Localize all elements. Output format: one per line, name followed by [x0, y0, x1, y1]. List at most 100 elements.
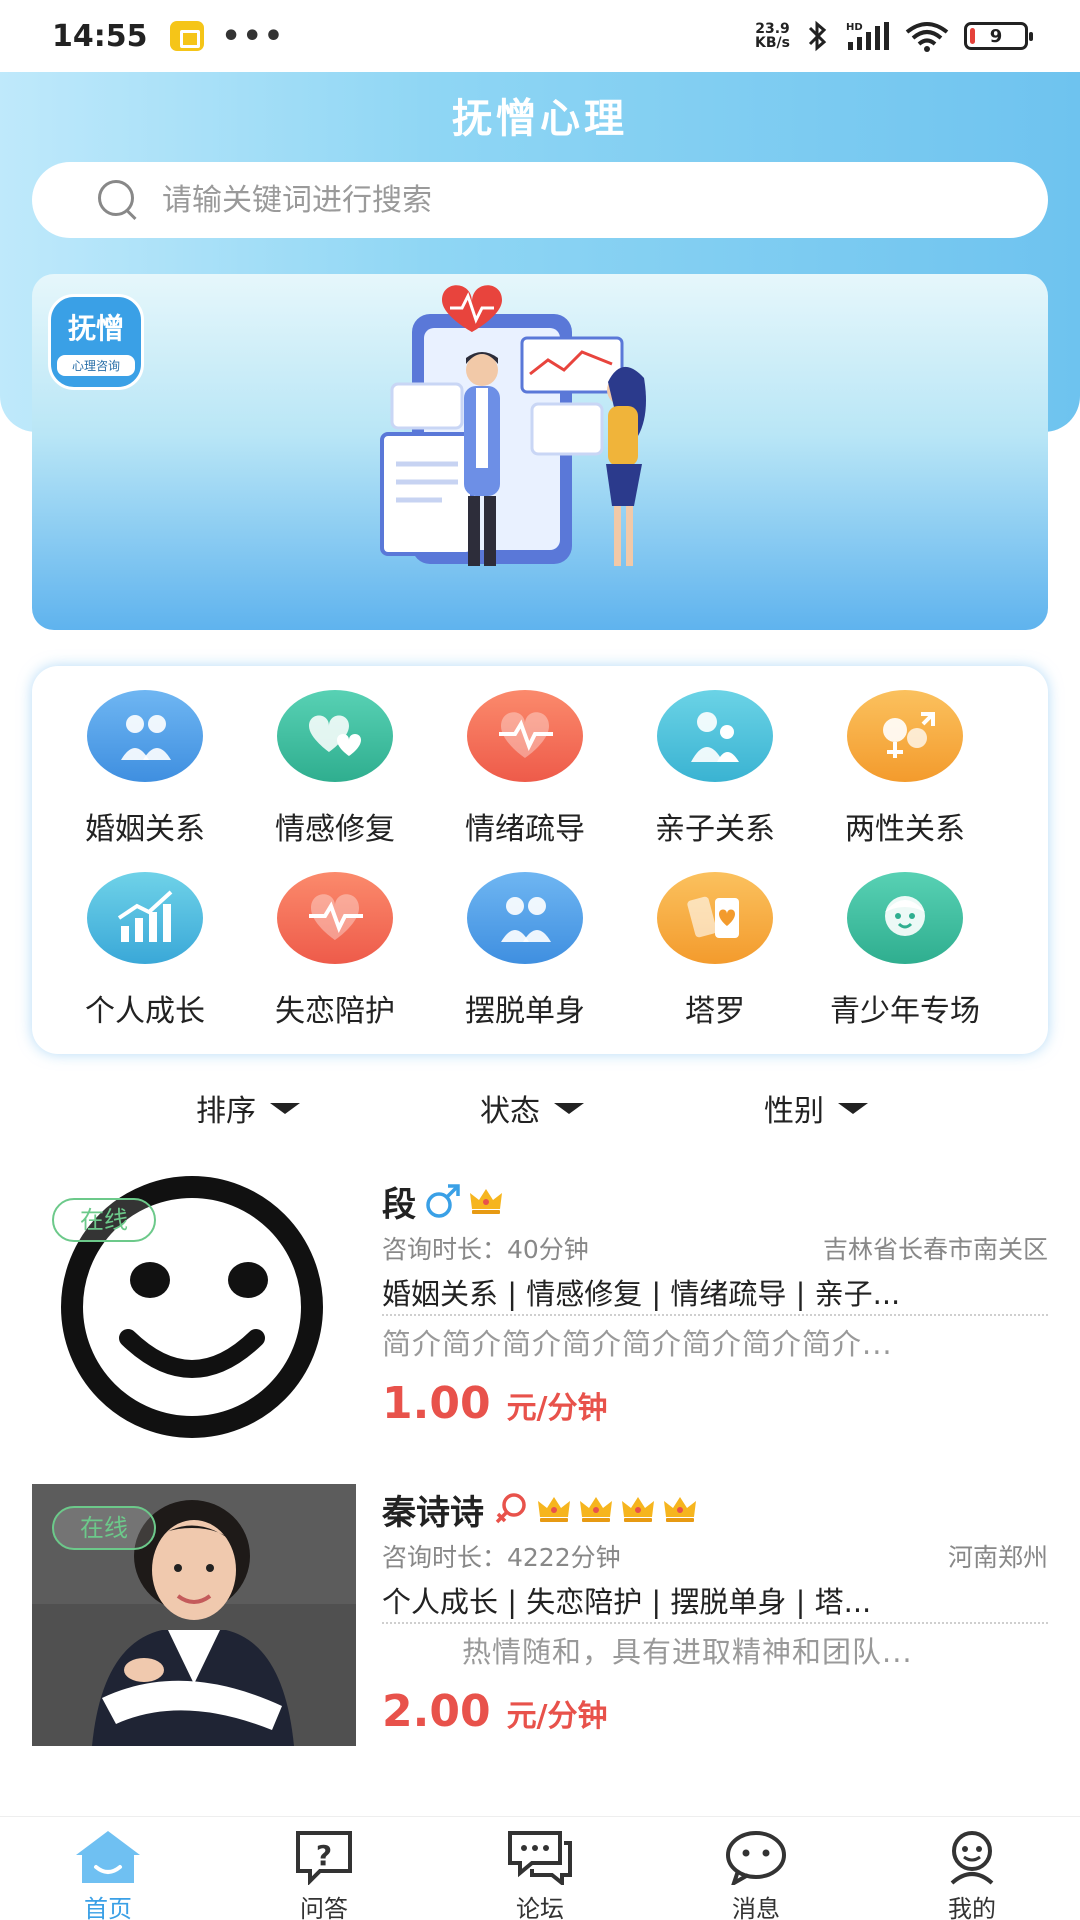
- battery-icon: 9: [964, 22, 1033, 50]
- counselor-avatar: 在线: [32, 1484, 356, 1746]
- counselor-name: 段: [382, 1184, 416, 1225]
- network-speed-value: 23.9: [755, 21, 790, 37]
- nav-qa[interactable]: ? 问答: [216, 1817, 432, 1920]
- category-icon-circle: [657, 690, 773, 782]
- category-label: 个人成长: [85, 994, 205, 1029]
- price-value: 2.00: [382, 1686, 491, 1737]
- nav-forum[interactable]: 论坛: [432, 1817, 648, 1920]
- sort-filter[interactable]: 排序: [196, 1086, 300, 1130]
- network-speed-unit: KB/s: [755, 35, 790, 51]
- consult-duration: 咨询时长：4222分钟: [382, 1543, 621, 1572]
- category-label: 塔罗: [685, 994, 745, 1029]
- rating-crowns: [462, 1185, 504, 1217]
- female-icon: [495, 1493, 526, 1524]
- counselor-location: 河南郑州: [947, 1543, 1048, 1572]
- search-input[interactable]: [162, 182, 942, 218]
- growth-chart-icon: [117, 890, 173, 942]
- forum-icon: [508, 1831, 572, 1885]
- question-icon: ?: [296, 1831, 352, 1885]
- logo-text: 抚憎: [67, 312, 124, 345]
- category-item[interactable]: 青少年专场: [810, 872, 1000, 1030]
- counselor-location: 吉林省长春市南关区: [822, 1235, 1048, 1264]
- category-item[interactable]: 两性关系: [810, 690, 1000, 848]
- meta-row: 咨询时长：40分钟 吉林省长春市南关区: [382, 1230, 1048, 1266]
- nav-home[interactable]: 首页: [0, 1817, 216, 1920]
- status-icons: 23.9 KB/s HD 9: [755, 20, 1033, 52]
- counselor-card[interactable]: 在线 秦诗诗 咨询时长：4222分钟 河南郑州 个人成长 | 失恋陪护 | 摆脱…: [32, 1484, 1048, 1746]
- category-icon-circle: [87, 872, 203, 964]
- counselor-info: 秦诗诗 咨询时长：4222分钟 河南郑州 个人成长 | 失恋陪护 | 摆脱单身 …: [382, 1484, 1048, 1737]
- nav-label: 首页: [84, 1895, 132, 1920]
- category-icon-circle: [657, 872, 773, 964]
- crown-icon: [664, 1497, 696, 1522]
- category-item[interactable]: 情绪疏导: [430, 690, 620, 848]
- price-value: 1.00: [382, 1378, 491, 1429]
- counselor-info: 段 咨询时长：40分钟 吉林省长春市南关区 婚姻关系 | 情感修复 | 情绪疏导…: [382, 1176, 1048, 1429]
- counselor-intro: 热情随和，具有进取精神和团队...: [462, 1635, 913, 1669]
- price-row: 2.00 元/分钟: [382, 1686, 1048, 1737]
- banner[interactable]: 抚憎 心理咨询: [32, 274, 1048, 630]
- gender-filter[interactable]: 性别: [764, 1086, 868, 1130]
- category-label: 情感修复: [275, 812, 395, 847]
- category-icon-circle: [847, 872, 963, 964]
- wifi-icon: [905, 22, 949, 52]
- dropdown-arrow-icon: [838, 1102, 868, 1114]
- online-badge: 在线: [52, 1506, 156, 1550]
- name-row: 秦诗诗: [382, 1484, 1048, 1534]
- search-bar[interactable]: [32, 162, 1048, 238]
- counselor-intro: 简介简介简介简介简介简介简介简介...: [382, 1327, 893, 1361]
- cellular-signal-icon: HD: [846, 22, 889, 50]
- tarot-cards-icon: [687, 896, 739, 938]
- category-icon-circle: [87, 690, 203, 782]
- child-face-icon: [885, 896, 925, 936]
- heartbeat-icon: [309, 894, 363, 940]
- male-icon: [426, 1184, 460, 1218]
- sort-filter-label: 排序: [196, 1094, 256, 1129]
- parent-child-icon: [691, 712, 739, 762]
- counselor-card[interactable]: 在线 段 咨询时长：40分钟 吉林省长春市南关区 婚姻关系 | 情感修复 | 情…: [32, 1176, 1048, 1438]
- dropdown-arrow-icon: [554, 1102, 584, 1114]
- category-label: 两性关系: [845, 812, 965, 847]
- category-item[interactable]: 婚姻关系: [50, 690, 240, 848]
- counselor-avatar: 在线: [32, 1176, 356, 1438]
- category-item[interactable]: 个人成长: [50, 872, 240, 1030]
- couple-icon: [501, 897, 551, 942]
- meta-row: 咨询时长：4222分钟 河南郑州: [382, 1538, 1048, 1574]
- nav-label: 论坛: [516, 1895, 564, 1920]
- category-label: 亲子关系: [655, 812, 775, 847]
- crown-icon: [470, 1189, 502, 1214]
- category-item[interactable]: 情感修复: [240, 690, 430, 848]
- gender-icon: [883, 712, 935, 758]
- network-speed: 23.9 KB/s: [755, 22, 790, 50]
- nav-label: 消息: [732, 1895, 780, 1920]
- category-grid: 婚姻关系 情感修复 情绪疏导 亲子关系 两性关系个人成长 失恋陪护 摆脱单身 塔罗 青少年专场: [32, 666, 1048, 1054]
- crown-icon: [538, 1497, 570, 1522]
- status-filter-label: 状态: [480, 1094, 540, 1129]
- counselor-name: 秦诗诗: [382, 1492, 484, 1533]
- category-item[interactable]: 亲子关系: [620, 690, 810, 848]
- battery-fill: [970, 28, 975, 44]
- category-icon-circle: [467, 690, 583, 782]
- heartbeat-icon: [499, 712, 553, 758]
- svg-text:?: ?: [316, 1839, 332, 1872]
- hearts-icon: [309, 715, 361, 756]
- profile-icon: [950, 1831, 994, 1885]
- category-label: 情绪疏导: [465, 812, 585, 847]
- category-item[interactable]: 失恋陪护: [240, 872, 430, 1030]
- nav-messages[interactable]: 消息: [648, 1817, 864, 1920]
- category-item[interactable]: 摆脱单身: [430, 872, 620, 1030]
- bottom-navigation: 首页 ? 问答 论坛 消息 我的: [0, 1816, 1080, 1920]
- price-unit: 元/分钟: [506, 1699, 608, 1734]
- nav-profile[interactable]: 我的: [864, 1817, 1080, 1920]
- price-unit: 元/分钟: [506, 1391, 608, 1426]
- name-row: 段: [382, 1176, 1048, 1226]
- category-icon-circle: [467, 872, 583, 964]
- notification-app-icon: [169, 21, 204, 51]
- status-filter[interactable]: 状态: [480, 1086, 584, 1130]
- category-item[interactable]: 塔罗: [620, 872, 810, 1030]
- category-icon-circle: [847, 690, 963, 782]
- specialty-tags: 婚姻关系 | 情感修复 | 情绪疏导 | 亲子...: [382, 1272, 1048, 1316]
- status-time: 14:55: [52, 18, 148, 54]
- category-label: 婚姻关系: [85, 812, 205, 847]
- category-label: 摆脱单身: [465, 994, 585, 1029]
